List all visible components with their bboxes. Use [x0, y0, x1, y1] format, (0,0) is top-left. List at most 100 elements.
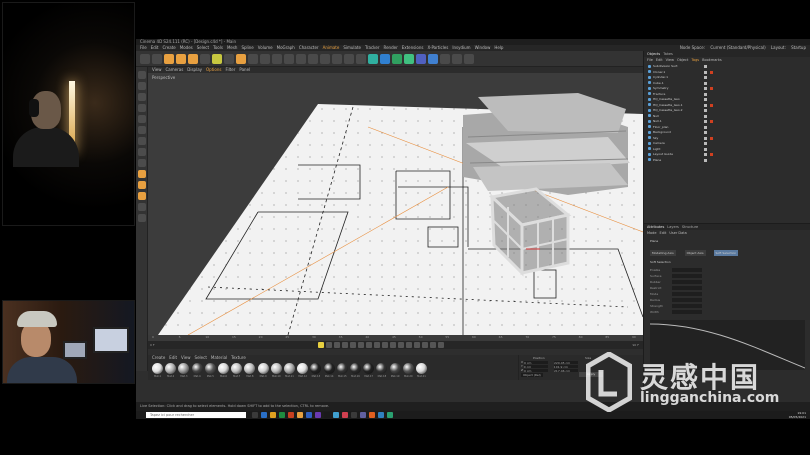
playback-button[interactable] — [430, 342, 436, 348]
toolbar-button[interactable] — [344, 54, 354, 64]
coordinate-mode-select[interactable]: Object (Rel) — [521, 373, 543, 377]
toolbar-button[interactable] — [212, 54, 222, 64]
toolbar-button[interactable] — [404, 54, 414, 64]
tag-icon[interactable] — [704, 103, 707, 107]
attr-field-value[interactable] — [672, 268, 702, 272]
playback-button[interactable] — [398, 342, 404, 348]
taskbar-app-icon[interactable] — [270, 412, 276, 418]
tag-icon[interactable] — [704, 125, 707, 129]
material-menu-material[interactable]: Material — [211, 355, 227, 360]
tag-icon[interactable] — [710, 136, 713, 140]
taskbar-app-icon[interactable] — [306, 412, 312, 418]
material-swatch[interactable] — [244, 363, 256, 374]
object-row[interactable]: Light — [644, 147, 810, 152]
material-swatch[interactable] — [297, 363, 309, 374]
object-row[interactable]: Cube.1 — [644, 81, 810, 86]
tag-icon[interactable] — [704, 87, 707, 90]
playback-button[interactable] — [358, 342, 364, 348]
material-swatch[interactable] — [350, 363, 361, 374]
playback-button[interactable] — [326, 342, 332, 348]
left-tool-button[interactable] — [138, 192, 146, 200]
left-tool-button[interactable] — [138, 93, 146, 101]
object-row[interactable]: Background — [644, 130, 810, 135]
object-row[interactable]: Plane — [644, 158, 810, 163]
playback-button[interactable] — [350, 342, 356, 348]
toolbar-button[interactable] — [176, 54, 186, 64]
playback-button[interactable] — [382, 342, 388, 348]
left-tool-button[interactable] — [138, 104, 146, 112]
tag-icon[interactable] — [704, 65, 707, 68]
toolbar-button[interactable] — [200, 54, 210, 64]
tag-icon[interactable] — [704, 76, 707, 79]
left-tool-button[interactable] — [138, 214, 146, 222]
material-swatch[interactable] — [416, 363, 427, 374]
object-row[interactable]: Camera — [644, 141, 810, 146]
material-swatch[interactable] — [204, 363, 216, 374]
size-z-field[interactable]: 217.46 cm — [554, 368, 579, 373]
timeline-start[interactable]: 0 F — [150, 343, 155, 347]
toolbar-button[interactable] — [272, 54, 282, 64]
attr-field-rubber[interactable]: Rubber — [650, 280, 800, 284]
material-menu-view[interactable]: View — [181, 355, 191, 360]
object-row[interactable]: HQ_Cassette_Geo.2 — [644, 108, 810, 113]
attr-field-value[interactable] — [672, 310, 702, 314]
taskbar-app-icon[interactable] — [360, 412, 366, 418]
toolbar-button[interactable] — [356, 54, 366, 64]
material-swatch[interactable] — [270, 363, 282, 374]
attr-field-radius[interactable]: Radius — [650, 298, 800, 302]
toolbar-button[interactable] — [464, 54, 474, 64]
tag-icon[interactable] — [704, 153, 707, 156]
attr-field-value[interactable] — [672, 304, 702, 308]
tag-icon[interactable] — [704, 142, 707, 145]
tag-icon[interactable] — [710, 70, 713, 74]
tag-icon[interactable] — [704, 114, 707, 118]
playback-button[interactable] — [438, 342, 444, 348]
toolbar-button[interactable] — [296, 54, 306, 64]
material-swatch[interactable] — [257, 363, 269, 374]
taskbar-app-icon[interactable] — [279, 412, 285, 418]
attr-tab-object-axis[interactable]: Object Axis — [684, 250, 706, 256]
tag-icon[interactable] — [704, 70, 707, 74]
material-swatch[interactable] — [165, 363, 177, 374]
tab-structure[interactable]: Structure — [682, 225, 698, 229]
taskbar-app-icon[interactable] — [297, 412, 303, 418]
object-menu-object[interactable]: Object — [677, 58, 688, 62]
material-swatch[interactable] — [376, 363, 388, 374]
material-swatch[interactable] — [336, 363, 348, 374]
attr-tab-modelling-axis[interactable]: Modelling Axis — [650, 250, 676, 256]
playback-button[interactable] — [374, 342, 380, 348]
tab-attributes[interactable]: Attributes — [647, 225, 664, 229]
toolbar-button[interactable] — [416, 54, 426, 64]
attr-field-surface[interactable]: Surface — [650, 274, 800, 278]
playback-button[interactable] — [342, 342, 348, 348]
timeline[interactable]: 0 5 10 15 20 25 30 35 40 45 50 55 60 65 70 75 80 85 90 0 F… — [148, 335, 643, 349]
attribute-menu-edit[interactable]: Edit — [660, 231, 667, 235]
material-menu-select[interactable]: Select — [195, 355, 207, 360]
toolbar-button[interactable] — [428, 54, 438, 64]
toolbar-button[interactable] — [224, 54, 234, 64]
toolbar-button[interactable] — [284, 54, 294, 64]
material-swatch[interactable] — [178, 363, 190, 374]
timeline-end[interactable]: 90 F — [633, 343, 640, 347]
material-swatch[interactable] — [363, 363, 375, 374]
attribute-menu-mode[interactable]: Mode — [647, 231, 657, 235]
left-tool-button[interactable] — [138, 126, 146, 134]
position-z-field[interactable]: 0 cm — [524, 368, 549, 373]
object-row[interactable]: Null — [644, 114, 810, 119]
taskbar-app-icon[interactable] — [261, 412, 267, 418]
playback-button[interactable] — [318, 342, 324, 348]
taskbar-app-icon[interactable] — [288, 412, 294, 418]
toolbar-button[interactable] — [188, 54, 198, 64]
object-menu-view[interactable]: View — [666, 58, 674, 62]
tag-icon[interactable] — [704, 158, 707, 162]
left-tool-button[interactable] — [138, 159, 146, 167]
object-row[interactable]: Symmetry — [644, 86, 810, 91]
object-menu-file[interactable]: File — [647, 58, 653, 62]
viewport-menu-options[interactable]: Options — [206, 67, 221, 72]
object-row[interactable]: Sky — [644, 136, 810, 141]
attr-field-value[interactable] — [672, 280, 702, 284]
object-row[interactable]: Fracture — [644, 92, 810, 97]
toolbar-button[interactable] — [140, 54, 150, 64]
attr-field-restrict[interactable]: Restrict — [650, 286, 800, 290]
tag-icon[interactable] — [704, 136, 707, 140]
